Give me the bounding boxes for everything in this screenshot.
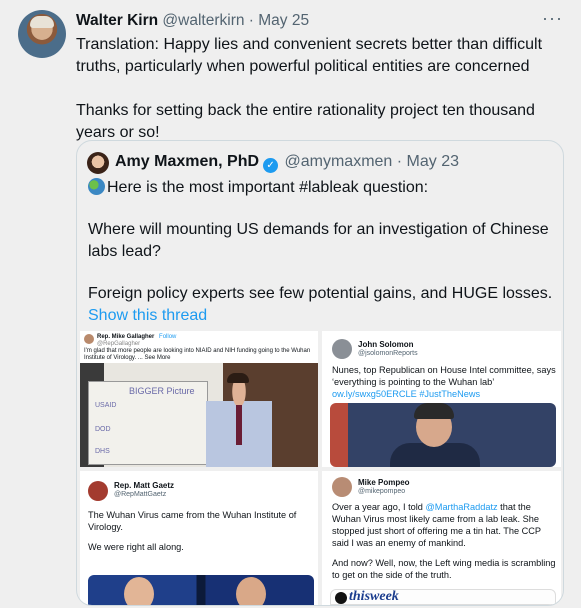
- avatar: [88, 481, 108, 501]
- see-more: ... See More: [137, 355, 171, 361]
- embedded-handle: @mikepompeo: [358, 488, 406, 495]
- mention-link: @MarthaRaddatz: [425, 502, 498, 512]
- author-avatar[interactable]: [18, 10, 66, 58]
- embedded-photo: [88, 575, 314, 605]
- quote-header: Amy Maxmen, PhD ✓ @amymaxmen · May 23: [115, 153, 459, 173]
- show-thread-link[interactable]: Show this thread: [88, 305, 558, 327]
- embedded-text-2: And now? Well, now, the Left wing media …: [332, 558, 556, 580]
- media-image-3[interactable]: Rep. Matt Gaetz @RepMattGaetz The Wuhan …: [80, 471, 318, 605]
- embedded-text: Nunes, top Republican on House Intel com…: [332, 365, 556, 387]
- quote-date: · May 23: [396, 153, 460, 170]
- tweet-header: Walter Kirn @walterkirn · May 25: [76, 12, 309, 30]
- tweet-text-p2: Thanks for setting back the entire ratio…: [76, 102, 535, 141]
- media-image-4[interactable]: Mike Pompeo @mikepompeo Over a year ago,…: [322, 471, 561, 605]
- author-name[interactable]: Walter Kirn: [76, 12, 158, 29]
- embedded-text-2: We were right all along.: [88, 542, 184, 552]
- verified-badge-icon: ✓: [263, 158, 279, 173]
- embedded-photo: [330, 403, 556, 467]
- embedded-text-1: The Wuhan Virus came from the Wuhan Inst…: [88, 510, 297, 532]
- media-image-2[interactable]: John Solomon @jsolomonReports Nunes, top…: [322, 331, 561, 467]
- embedded-author-name: John Solomon: [358, 340, 414, 349]
- embedded-text-1: Over a year ago, I told @MarthaRaddatz t…: [332, 502, 541, 548]
- tweet-text-p1: Translation: Happy lies and convenient s…: [76, 36, 543, 75]
- embedded-link: ow.ly/swxg50ERCLE #JustTheNews: [332, 389, 481, 399]
- avatar: [84, 334, 94, 344]
- more-options-icon[interactable]: ···: [542, 8, 563, 29]
- avatar: [332, 339, 352, 359]
- quote-line1: Here is the most important #lableak ques…: [107, 179, 429, 196]
- quote-author-handle: @amymaxmen: [284, 153, 393, 170]
- quote-para2: Foreign policy experts see few potential…: [88, 285, 553, 302]
- embedded-author-name: Rep. Matt Gaetz: [114, 481, 175, 490]
- embedded-text: I'm glad that more people are looking in…: [84, 348, 311, 361]
- globe-emoji-icon: [88, 178, 105, 195]
- embedded-handle: @RepGallagher: [97, 341, 141, 347]
- media-image-1[interactable]: Rep. Mike Gallagher Follow @RepGallagher…: [80, 331, 318, 467]
- whiteboard: BIGGER Picture USAID DOD DHS: [88, 381, 208, 465]
- embedded-handle: @RepMattGaetz: [114, 491, 167, 498]
- quote-text: Here is the most important #lableak ques…: [88, 177, 558, 327]
- quote-author-name: Amy Maxmen, PhD: [115, 153, 260, 170]
- quote-author-avatar: [87, 152, 109, 174]
- avatar: [332, 477, 352, 497]
- embedded-author-name: Mike Pompeo: [358, 478, 410, 487]
- thisweek-logo: thisweek: [349, 589, 399, 604]
- tweet[interactable]: Walter Kirn @walterkirn · May 25 ··· Tra…: [0, 0, 581, 608]
- quote-para1: Where will mounting US demands for an in…: [88, 221, 549, 260]
- author-handle[interactable]: @walterkirn: [162, 12, 244, 29]
- abc-logo-icon: [335, 592, 347, 604]
- tweet-date[interactable]: · May 25: [249, 12, 309, 29]
- quoted-tweet[interactable]: Amy Maxmen, PhD ✓ @amymaxmen · May 23 Her…: [76, 140, 564, 606]
- follow-label: Follow: [159, 334, 177, 340]
- embedded-author-name: Rep. Mike Gallagher: [97, 334, 155, 340]
- media-grid: Rep. Mike Gallagher Follow @RepGallagher…: [80, 331, 561, 605]
- embedded-photo: thisweek: [330, 589, 556, 605]
- embedded-handle: @jsolomonReports: [358, 350, 418, 357]
